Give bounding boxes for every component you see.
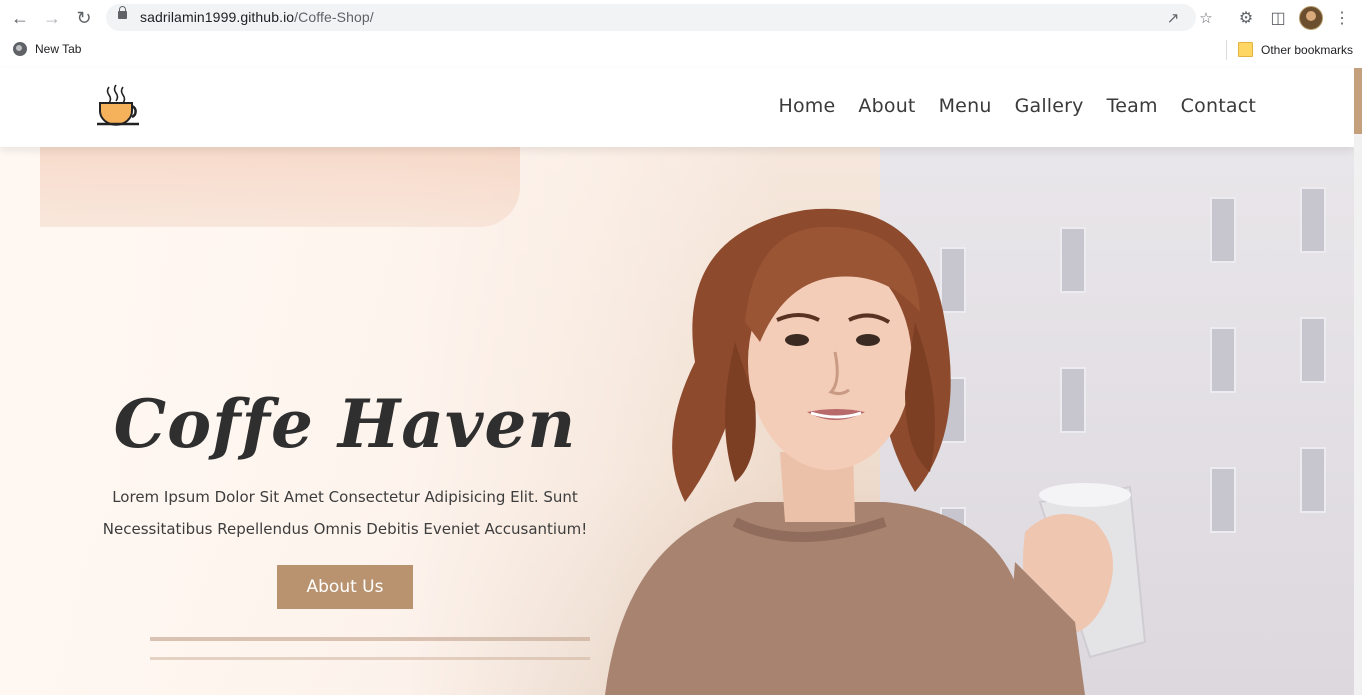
browser-chrome: ← → ↻ sadrilamin1999.github.io/Coffe-Sho… — [0, 0, 1362, 69]
bookmark-divider — [1226, 40, 1227, 60]
hero-section: Coffe Haven Lorem Ipsum Dolor Sit Amet C… — [0, 147, 1354, 695]
bookmark-label: New Tab — [35, 42, 82, 56]
background-awning — [40, 147, 520, 227]
site-header: Home About Menu Gallery Team Contact — [0, 68, 1354, 147]
browser-toolbar: ← → ↻ sadrilamin1999.github.io/Coffe-Sho… — [0, 0, 1362, 36]
reload-icon[interactable]: ↻ — [72, 6, 96, 30]
forward-icon[interactable]: → — [40, 6, 64, 30]
extensions-icon[interactable]: ⚙ — [1234, 6, 1258, 30]
woman-with-coffee-image — [605, 208, 1147, 695]
hero-description: Lorem Ipsum Dolor Sit Amet Consectetur A… — [102, 488, 588, 538]
nav-home[interactable]: Home — [778, 95, 835, 117]
nav-menu[interactable]: Menu — [939, 95, 992, 117]
bookmark-new-tab[interactable]: New Tab — [13, 42, 81, 56]
bookmark-star-icon[interactable]: ☆ — [1196, 8, 1216, 28]
share-icon[interactable]: ↗ — [1163, 8, 1183, 28]
nav-gallery[interactable]: Gallery — [1015, 95, 1084, 117]
coffee-cup-logo-icon[interactable] — [96, 83, 142, 129]
nav-about[interactable]: About — [858, 95, 915, 117]
lock-icon[interactable] — [118, 6, 127, 19]
page-scrollbar[interactable] — [1354, 68, 1362, 695]
profile-avatar[interactable] — [1299, 6, 1323, 30]
url-text: sadrilamin1999.github.io/Coffe-Shop/ — [140, 9, 374, 25]
balcony-rail — [150, 657, 590, 660]
menu-kebab-icon[interactable]: ⋮ — [1330, 6, 1354, 30]
scrollbar-thumb[interactable] — [1354, 68, 1362, 134]
bookmarks-bar: New Tab Other bookmarks — [0, 36, 1362, 67]
side-panel-icon[interactable]: ◫ — [1266, 6, 1290, 30]
hero-content: Coffe Haven Lorem Ipsum Dolor Sit Amet C… — [100, 385, 590, 609]
bookmark-label: Other bookmarks — [1261, 42, 1354, 57]
hero-title: Coffe Haven — [113, 385, 577, 463]
folder-icon — [1238, 42, 1253, 57]
nav-team[interactable]: Team — [1107, 95, 1158, 117]
nav-contact[interactable]: Contact — [1181, 95, 1256, 117]
main-nav: Home About Menu Gallery Team Contact — [778, 95, 1256, 117]
globe-icon — [13, 42, 27, 56]
about-us-button[interactable]: About Us — [277, 565, 413, 609]
address-bar[interactable]: sadrilamin1999.github.io/Coffe-Shop/ ↗ ☆ — [106, 4, 1213, 31]
bookmark-other[interactable]: Other bookmarks — [1238, 42, 1353, 57]
balcony-rail — [150, 637, 590, 641]
back-icon[interactable]: ← — [8, 6, 32, 30]
